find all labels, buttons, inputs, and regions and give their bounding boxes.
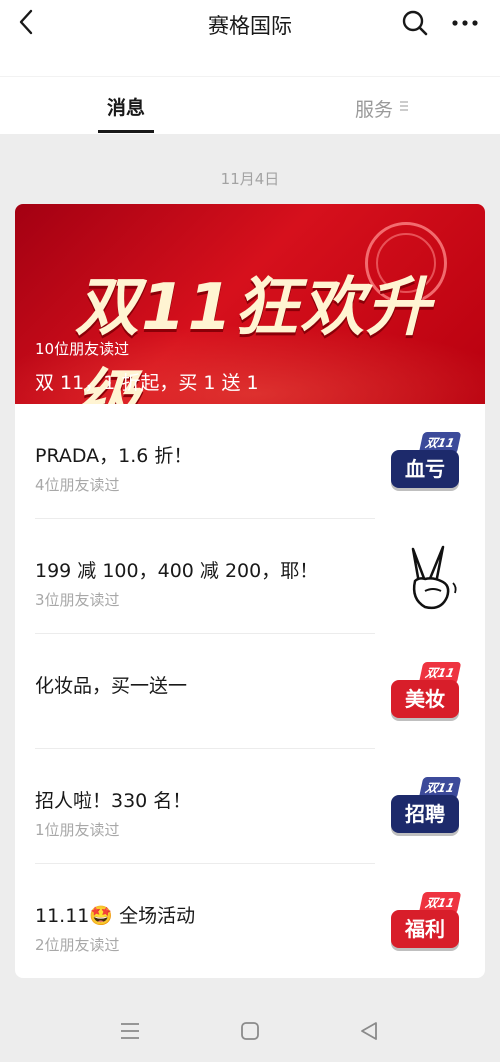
thumbnail-label: 血亏 xyxy=(391,450,459,488)
list-item[interactable]: 199 减 100，400 减 200，耶！ 3位朋友读过 xyxy=(15,519,485,634)
article-title: PRADA，1.6 折！ xyxy=(35,445,193,467)
article-title: 化妆品，买一送一 xyxy=(35,675,188,697)
list-item[interactable]: 11.11🤩 全场活动 2位朋友读过 双11 福利 xyxy=(15,864,485,978)
tab-messages[interactable]: 消息 xyxy=(98,93,154,120)
top-bar: 赛格国际 xyxy=(0,0,500,76)
more-horizontal-icon[interactable] xyxy=(450,8,480,38)
article-thumbnail: 双11 美妆 xyxy=(385,658,465,728)
home-square-icon[interactable] xyxy=(240,1021,260,1041)
thumbnail-label: 福利 xyxy=(391,910,459,948)
system-navigation-bar xyxy=(0,1000,500,1062)
menu-icon[interactable] xyxy=(119,1022,141,1040)
article-thumbnail: 双11 福利 xyxy=(385,888,465,958)
article-reads: 2位朋友读过 xyxy=(35,936,120,954)
thumbnail-label: 招聘 xyxy=(391,795,459,833)
article-thumbnail: 双11 血亏 xyxy=(385,428,465,498)
search-icon[interactable] xyxy=(400,8,430,38)
article-reads: 4位朋友读过 xyxy=(35,476,120,494)
article-thumbnail: 双11 招聘 xyxy=(385,773,465,843)
thumbnail-label: 美妆 xyxy=(391,680,459,718)
banner-readers: 10位朋友读过 xyxy=(35,340,130,358)
list-item[interactable]: 化妆品，买一送一 双11 美妆 xyxy=(15,634,485,749)
tab-bar: 消息 服务 xyxy=(0,76,500,134)
article-reads: 3位朋友读过 xyxy=(35,591,120,609)
article-title: 招人啦！330 名！ xyxy=(35,790,192,812)
article-reads: 1位朋友读过 xyxy=(35,821,120,839)
date-label: 11月4日 xyxy=(220,170,280,188)
featured-article-banner[interactable]: 双11狂欢升级 10位朋友读过 双 11，1 折起，买 1 送 1 xyxy=(15,204,485,404)
list-item[interactable]: 招人啦！330 名！ 1位朋友读过 双11 招聘 xyxy=(15,749,485,864)
banner-headline: 双 11，1 折起，买 1 送 1 xyxy=(35,372,259,394)
back-triangle-icon[interactable] xyxy=(358,1020,380,1042)
article-card: 双11狂欢升级 10位朋友读过 双 11，1 折起，买 1 送 1 PRADA，… xyxy=(15,204,485,978)
tab-active-indicator xyxy=(98,130,154,133)
tab-services[interactable]: 服务 xyxy=(355,95,393,122)
list-item[interactable]: PRADA，1.6 折！ 4位朋友读过 双11 血亏 xyxy=(15,404,485,519)
menu-lines-icon[interactable] xyxy=(398,100,410,112)
victory-hand-icon xyxy=(411,545,457,610)
article-title: 11.11🤩 全场活动 xyxy=(35,905,196,927)
article-title: 199 减 100，400 减 200，耶！ xyxy=(35,560,319,582)
